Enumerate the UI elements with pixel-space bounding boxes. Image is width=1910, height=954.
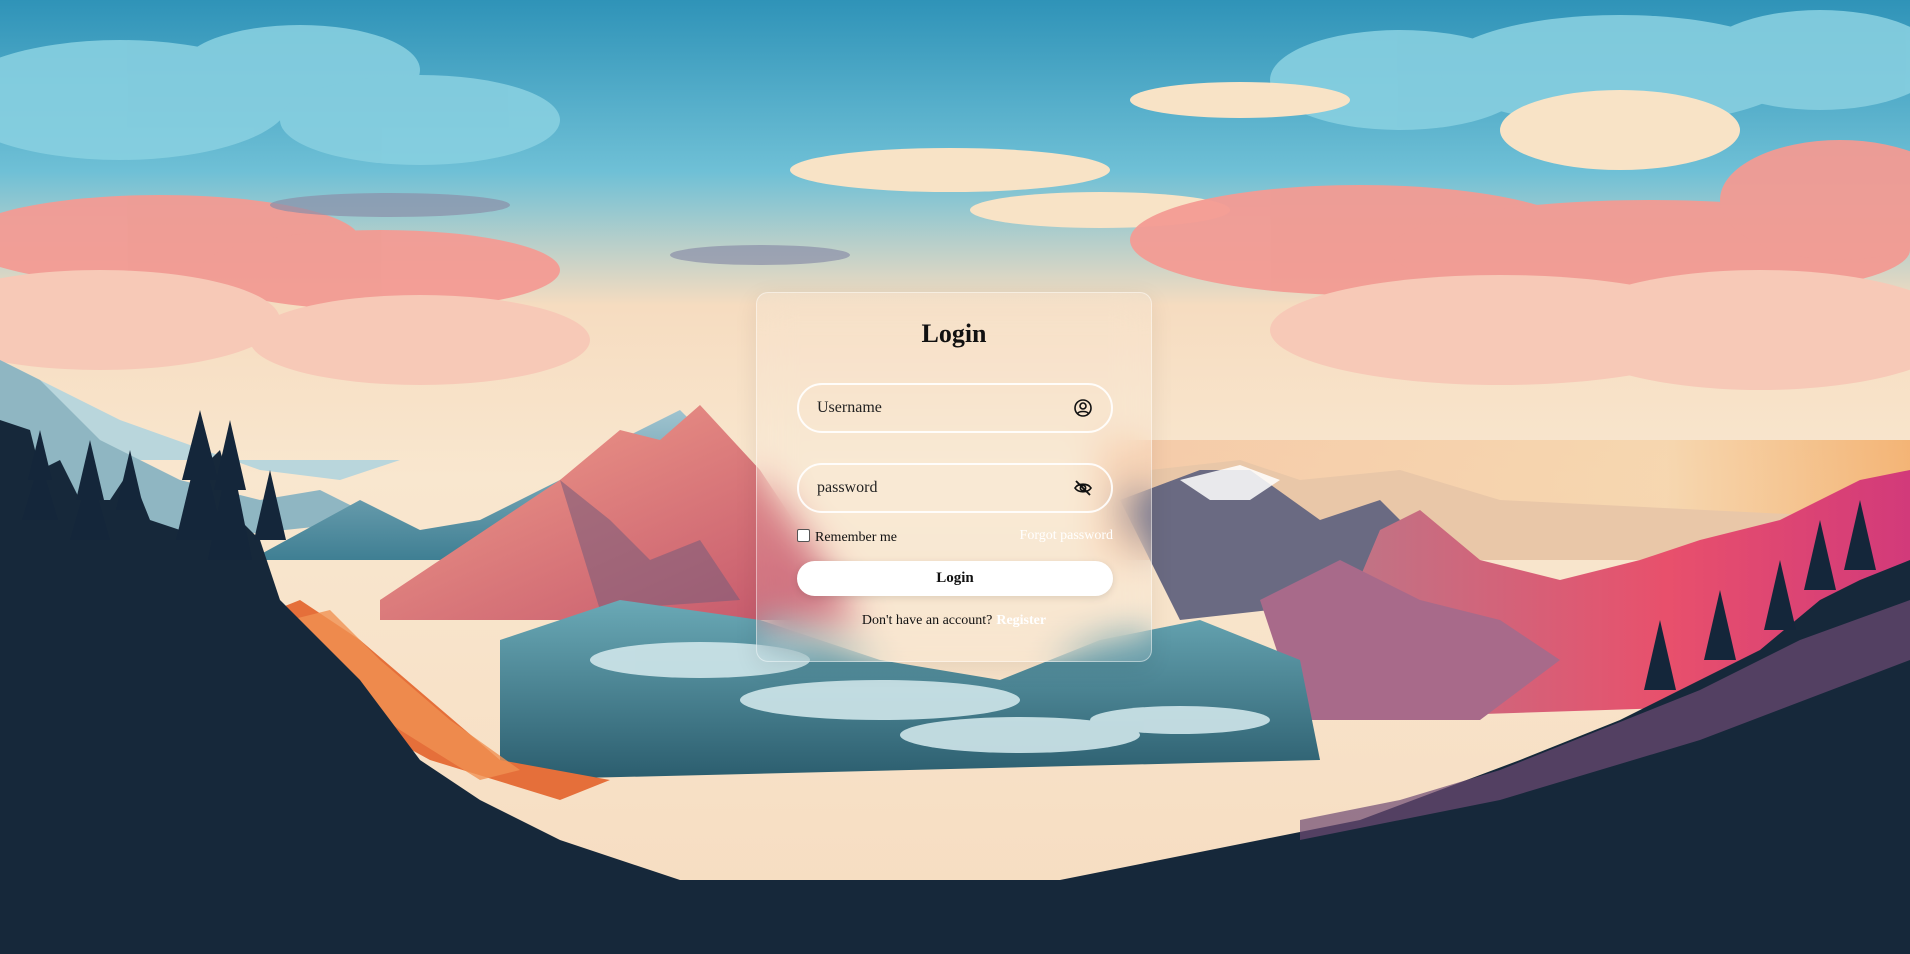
user-circle-icon [1074, 399, 1092, 417]
username-field[interactable] [797, 383, 1113, 433]
register-prompt: Don't have an account? Register [757, 613, 1151, 629]
username-input[interactable] [817, 385, 1057, 431]
checkbox-box[interactable] [797, 529, 810, 542]
eye-off-icon[interactable] [1073, 478, 1093, 498]
no-account-text: Don't have an account? [861, 613, 993, 628]
login-button[interactable]: Login [797, 561, 1113, 596]
register-link[interactable]: Register [996, 613, 1046, 628]
login-card: Login Remember me Forgot password Login … [756, 292, 1152, 662]
login-options-row: Remember me Forgot password [797, 527, 1113, 549]
remember-me-label: Remember me [815, 530, 898, 545]
login-title: Login [921, 319, 987, 348]
password-field[interactable] [797, 463, 1113, 513]
remember-me-checkbox[interactable]: Remember me [797, 529, 897, 546]
password-input[interactable] [817, 465, 1057, 511]
forgot-password-link[interactable]: Forgot password [1020, 528, 1113, 544]
